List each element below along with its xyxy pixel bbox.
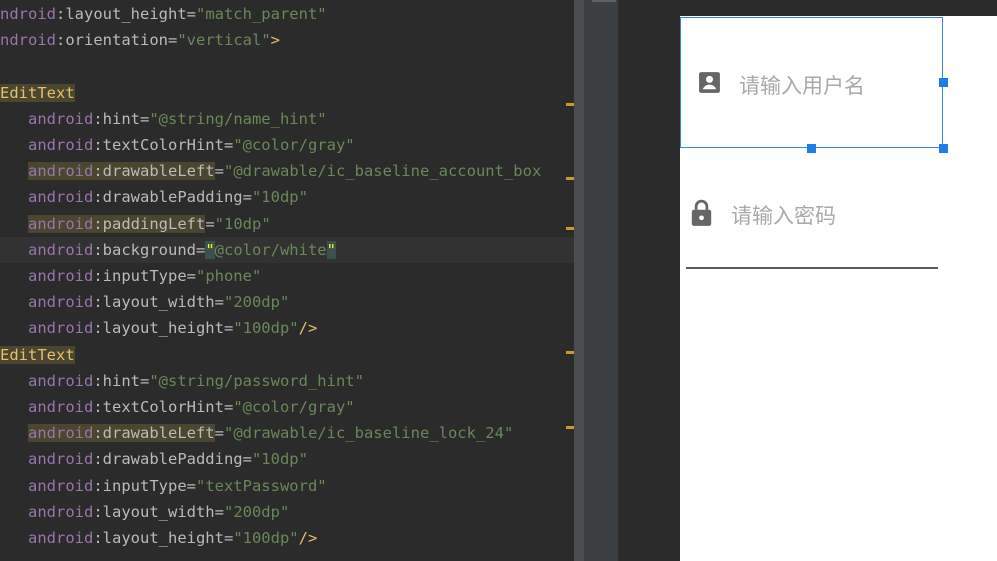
code-token: :orientation=	[56, 31, 178, 50]
code-token: "phone"	[195, 267, 262, 285]
code-token: :inputType=	[93, 476, 196, 495]
code-token: android	[0, 476, 94, 495]
code-token: "200dp"	[223, 293, 290, 312]
resize-handle-right[interactable]	[939, 78, 948, 87]
code-token: :drawableLeft	[93, 424, 215, 443]
code-line[interactable]: android:layout_height="100dp"/>	[0, 315, 317, 341]
code-token: android	[0, 188, 94, 207]
code-token: EditText	[0, 345, 75, 364]
code-token: "10dp"	[251, 450, 308, 469]
code-token: :textColorHint=	[93, 398, 234, 416]
code-token: "100dp"	[233, 319, 299, 338]
code-line[interactable]: android:textColorHint="@color/gray"	[0, 132, 355, 158]
code-token: "@drawable/ic_baseline_account_box	[224, 162, 542, 181]
code-token: ndroid	[0, 31, 56, 50]
resize-handle-bottom[interactable]	[807, 144, 816, 153]
code-line[interactable]: android:layout_width="200dp"	[0, 499, 289, 525]
code-token: :layout_width=	[93, 502, 224, 521]
code-line[interactable]: android:inputType="phone"	[0, 263, 261, 289]
code-token: :drawablePadding=	[93, 188, 252, 207]
code-line[interactable]: EditText	[0, 342, 75, 368]
code-token: android	[0, 319, 94, 338]
code-token: :layout_height=	[56, 5, 196, 23]
code-token: =	[214, 162, 224, 181]
code-token: "200dp"	[223, 502, 290, 521]
code-line[interactable]: android:textColorHint="@color/gray"	[0, 394, 355, 420]
code-token: android	[0, 293, 94, 312]
code-line[interactable]: android:drawablePadding="10dp"	[0, 184, 308, 210]
code-token: :drawableLeft	[93, 162, 215, 181]
code-token: android	[0, 502, 94, 521]
code-token: android	[0, 450, 94, 469]
code-token: android	[0, 529, 94, 547]
code-line[interactable]: android:inputType="textPassword"	[0, 473, 327, 499]
code-token: "	[205, 240, 215, 259]
code-token: "vertical"	[177, 31, 271, 50]
code-token: :layout_height=	[93, 529, 234, 547]
code-token: android	[0, 371, 94, 390]
code-token: =	[205, 214, 215, 233]
code-token: "textPassword"	[195, 476, 327, 495]
code-line[interactable]: EditText	[0, 80, 75, 106]
code-token: :inputType=	[93, 267, 196, 285]
code-token: :background=	[93, 240, 206, 259]
code-token: android	[0, 398, 94, 416]
code-token: :hint=	[93, 109, 150, 128]
resize-handle-corner[interactable]	[939, 144, 948, 153]
editor-scrollbar[interactable]	[574, 0, 584, 561]
code-line[interactable]: android:background="@color/white"	[0, 236, 574, 263]
code-token: ndroid	[0, 5, 56, 23]
code-token: :drawablePadding=	[93, 450, 252, 469]
password-hint[interactable]: 请输入密码	[731, 200, 836, 230]
code-token: =	[214, 424, 224, 443]
code-line[interactable]: android:drawablePadding="10dp"	[0, 446, 308, 472]
password-underline	[686, 267, 938, 269]
code-token: />	[298, 529, 318, 547]
code-line[interactable]: android:layout_width="200dp"	[0, 289, 289, 315]
code-line[interactable]: ndroid:layout_height="match_parent"	[0, 1, 327, 27]
code-token: >	[270, 31, 280, 50]
username-hint[interactable]: 请输入用户名	[739, 70, 865, 100]
code-token: :textColorHint=	[93, 136, 234, 154]
code-token: "@string/password_hint"	[149, 371, 364, 390]
code-token: android	[0, 267, 94, 285]
code-token: />	[298, 319, 318, 338]
code-token: android	[28, 424, 94, 443]
code-line[interactable]: android:drawableLeft="@drawable/ic_basel…	[0, 420, 513, 446]
code-token: android	[0, 240, 94, 259]
code-token: "10dp"	[214, 214, 271, 233]
code-line[interactable]: android:paddingLeft="10dp"	[0, 211, 271, 237]
code-token: "@string/name_hint"	[149, 109, 327, 128]
code-token: "@color/gray"	[233, 398, 355, 416]
lock-icon	[690, 199, 713, 231]
code-token: :paddingLeft	[93, 214, 206, 233]
code-token: "@color/gray"	[233, 136, 355, 154]
pane-splitter[interactable]	[584, 0, 618, 561]
code-token: "100dp"	[233, 529, 299, 547]
code-token: EditText	[0, 83, 75, 102]
code-editor[interactable]: ndroid:layout_height="match_parent" ndroi…	[0, 0, 574, 561]
code-line[interactable]: android:drawableLeft="@drawable/ic_basel…	[0, 158, 541, 184]
code-token: android	[28, 214, 94, 233]
code-token: @color/white	[214, 240, 327, 259]
code-token: "@drawable/ic_baseline_lock_24"	[224, 424, 514, 443]
code-token: android	[0, 136, 94, 154]
code-token: :hint=	[93, 371, 150, 390]
code-token: "10dp"	[251, 188, 308, 207]
code-token: :layout_width=	[93, 293, 224, 312]
account-box-icon	[697, 70, 722, 99]
code-token: :layout_height=	[93, 319, 234, 338]
code-line[interactable]: android:hint="@string/name_hint"	[0, 106, 327, 132]
code-line[interactable]: android:hint="@string/password_hint"	[0, 368, 364, 394]
code-token: android	[0, 109, 94, 128]
code-token: "match_parent"	[195, 5, 327, 23]
code-line[interactable]: ndroid:orientation="vertical">	[0, 27, 280, 53]
code-token: android	[28, 162, 94, 181]
code-token: "	[326, 240, 336, 259]
code-line[interactable]: android:layout_height="100dp"/>	[0, 525, 317, 551]
splitter-handle[interactable]	[592, 0, 616, 2]
